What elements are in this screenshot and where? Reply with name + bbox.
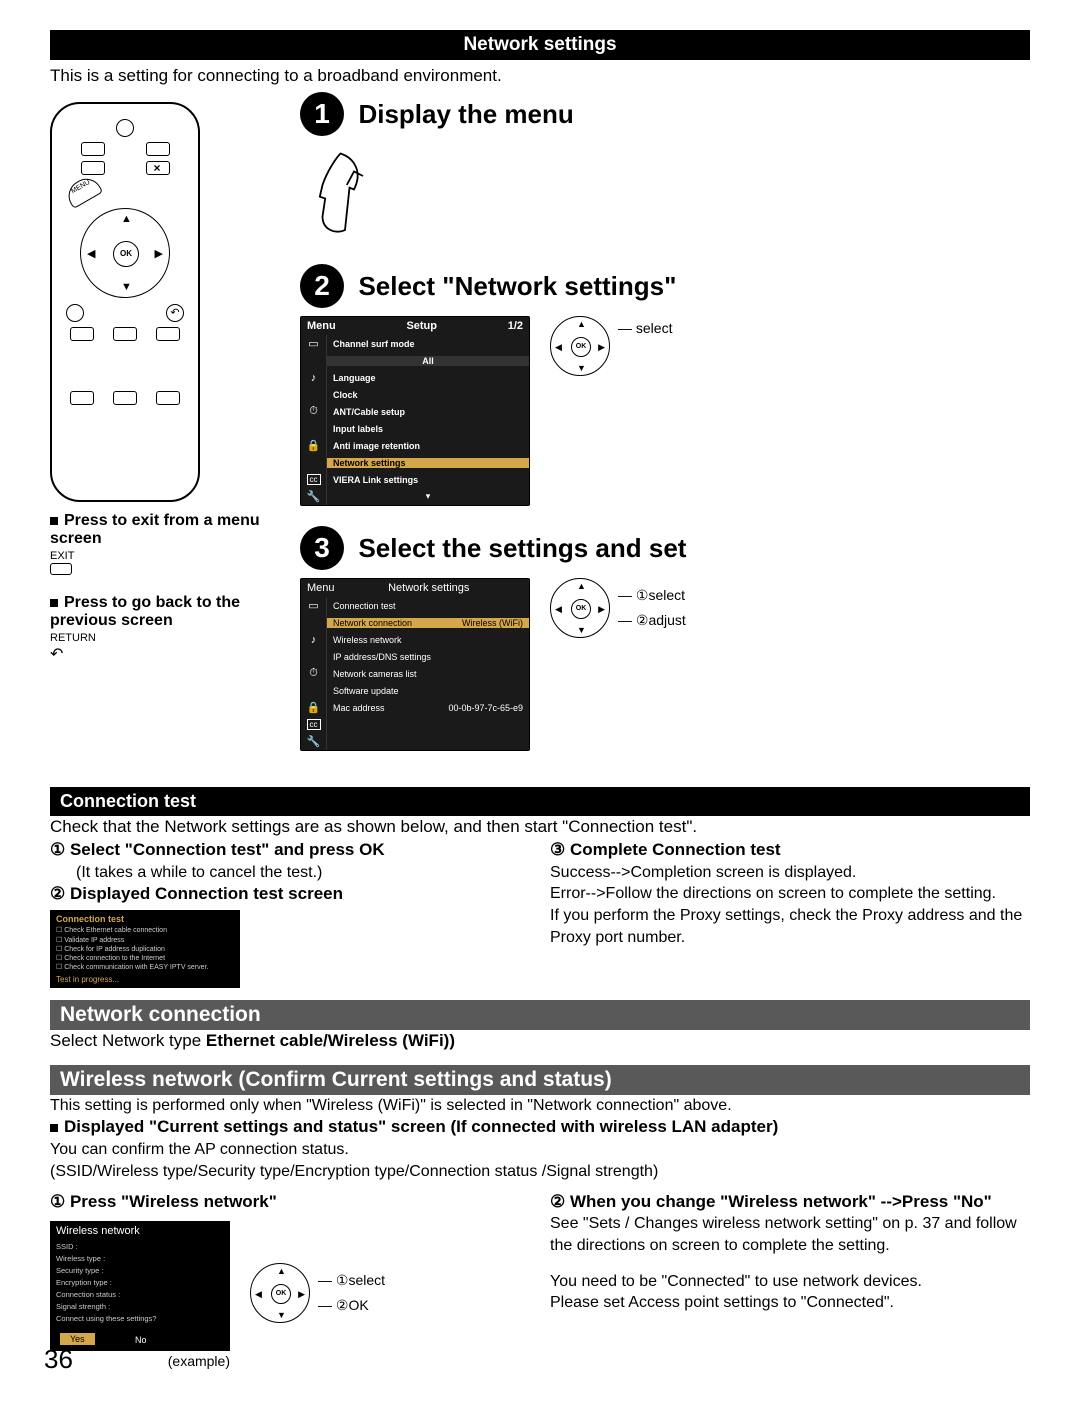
section-header: Network settings xyxy=(50,30,1030,60)
return-icon: ↶ xyxy=(166,304,184,322)
wireless-r1: See "Sets / Changes wireless network set… xyxy=(550,1213,1030,1256)
step-2: 2 Select "Network settings" MenuSetup1/2… xyxy=(300,264,1030,506)
remote-illustration: MENU ▲▼◀▶ OK ↶ xyxy=(50,102,200,502)
connection-test-screenshot: Connection test Check Ethernet cable con… xyxy=(50,910,240,987)
step-1: 1 Display the menu xyxy=(300,92,1030,244)
dpad-select-icon: ▲▼◀▶ OK xyxy=(550,316,610,376)
return-label: RETURN xyxy=(50,632,280,644)
dpad-wireless-icon: ▲▼◀▶ OK xyxy=(250,1263,310,1323)
step-1-num: 1 xyxy=(300,92,344,136)
dpad-adjust-icon: ▲▼◀▶ OK xyxy=(550,578,610,638)
wireless-step2: When you change "Wireless network" -->Pr… xyxy=(570,1192,992,1211)
step-3-num: 3 xyxy=(300,526,344,570)
step-3: 3 Select the settings and set MenuNetwor… xyxy=(300,526,1030,751)
hand-pointing-icon xyxy=(300,144,390,244)
network-settings-menu-screenshot: MenuNetwork settings ▭Connection test Ne… xyxy=(300,578,530,751)
ct-step1: Select "Connection test" and press OK xyxy=(70,840,385,859)
wireless-header: Wireless network (Confirm Current settin… xyxy=(50,1065,1030,1095)
wireless-r3: Please set Access point settings to "Con… xyxy=(550,1292,1030,1314)
adjust-label3: ②adjust xyxy=(636,612,686,628)
ct-step3: Complete Connection test xyxy=(570,840,781,859)
ct-step1-note: (It takes a while to cancel the test.) xyxy=(50,862,530,884)
setup-menu-screenshot: MenuSetup1/2 ▭Channel surf mode All ♪Lan… xyxy=(300,316,530,506)
exit-label: EXIT xyxy=(50,550,280,562)
wireless-select-label: ①select xyxy=(336,1272,385,1288)
select-label: select xyxy=(636,320,673,336)
intro-text: This is a setting for connecting to a br… xyxy=(50,66,1030,86)
step-1-title: Display the menu xyxy=(358,99,573,130)
wireless-l2: Displayed "Current settings and status" … xyxy=(64,1117,778,1136)
wireless-ok-label: ②OK xyxy=(336,1297,369,1313)
wireless-l3: You can confirm the AP connection status… xyxy=(50,1139,1030,1161)
wireless-l4: (SSID/Wireless type/Security type/Encryp… xyxy=(50,1161,1030,1183)
page-number: 36 xyxy=(44,1344,73,1375)
wireless-r2: You need to be "Connected" to use networ… xyxy=(550,1271,1030,1293)
ct-step3-l1: Success-->Completion screen is displayed… xyxy=(550,862,1030,884)
connection-test-header: Connection test xyxy=(50,787,1030,816)
wireless-l1: This setting is performed only when "Wir… xyxy=(50,1095,1030,1117)
return-button-icon: ↶ xyxy=(50,644,280,664)
no-button: No xyxy=(135,1335,147,1345)
select-label3: ①select xyxy=(636,587,685,603)
exit-button-icon xyxy=(50,563,72,575)
step-2-num: 2 xyxy=(300,264,344,308)
ct-step3-l3: If you perform the Proxy settings, check… xyxy=(550,905,1030,948)
menu-button-icon: MENU xyxy=(63,173,103,209)
ct-step2: Displayed Connection test screen xyxy=(70,884,343,903)
step-3-title: Select the settings and set xyxy=(358,533,686,564)
exit-note: Press to exit from a menu screen xyxy=(50,512,280,548)
back-note: Press to go back to the previous screen xyxy=(50,594,280,630)
step-2-title: Select "Network settings" xyxy=(358,271,676,302)
connection-test-intro: Check that the Network settings are as s… xyxy=(50,816,1030,839)
network-connection-header: Network connection xyxy=(50,1000,1030,1030)
dpad-icon: ▲▼◀▶ OK xyxy=(80,208,170,298)
ct-step3-l2: Error-->Follow the directions on screen … xyxy=(550,883,1030,905)
network-connection-text: Select Network type Ethernet cable/Wirel… xyxy=(50,1030,1030,1053)
wireless-step1: Press "Wireless network" xyxy=(70,1192,277,1211)
wireless-network-screenshot: Wireless network SSID : Wireless type : … xyxy=(50,1221,230,1351)
example-label: (example) xyxy=(50,1353,230,1369)
